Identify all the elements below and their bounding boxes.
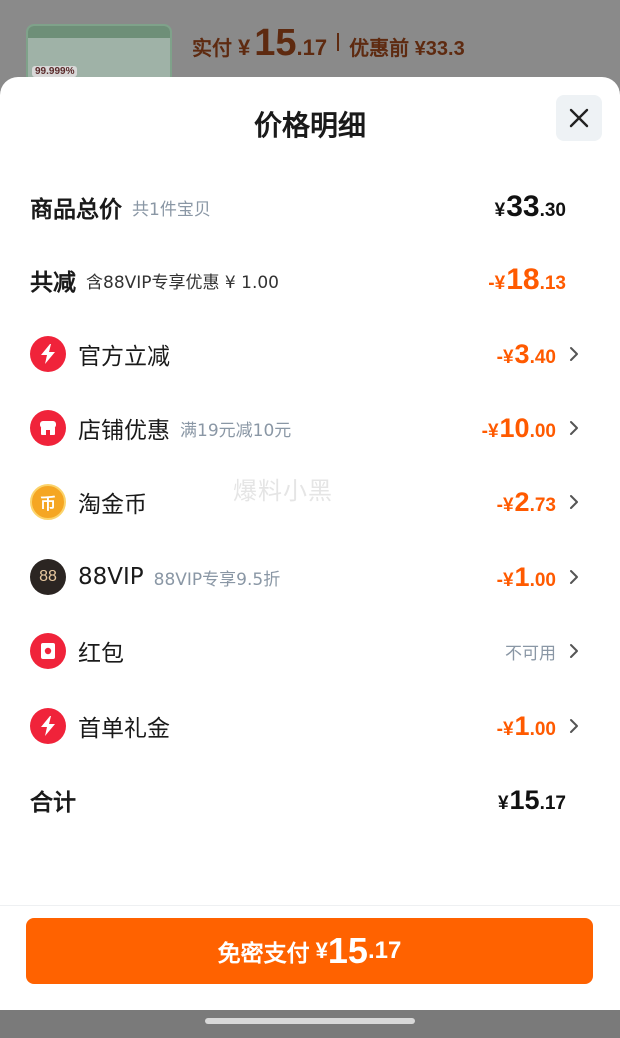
vip-icon: 88 [30,559,66,595]
lightning-icon [30,336,66,372]
paid-currency: ¥ [238,35,251,60]
official-discount-label: 官方立减 [78,344,170,370]
vip-discount-int: 1 [514,561,530,592]
total-price-currency: ¥ [494,200,506,221]
chevron-right-icon [564,567,584,587]
coin-icon: 币 [30,484,66,520]
vip-discount-dec: .00 [529,569,556,591]
item-count: 共1件宝贝 [132,199,211,220]
pay-button-currency: ¥ [315,938,328,963]
thumbnail-banner [28,26,170,38]
pay-button-label: 免密支付 [217,941,310,967]
coin-icon-glyph: 币 [39,494,56,513]
chevron-right-icon [564,492,584,512]
price-detail-sheet: 价格明细 商品总价 共1件宝贝 ¥33.30 共减 含88VIP专享优惠 ¥ 1… [0,77,620,1010]
pay-button-dec: .17 [367,937,402,964]
total-price-amount: ¥33.30 [495,190,566,224]
taojinbi-label: 淘金币 [78,492,147,518]
red-packet-label: 红包 [78,641,124,667]
vip-label: 88VIP [78,564,144,590]
total-discount-dec: .13 [539,273,566,294]
footer-divider [0,905,620,906]
total-price-label: 商品总价 [30,197,122,223]
vip-discount-rate: 88VIP专享9.5折 [153,569,281,590]
before-discount-price: 优惠前 ¥33.3 [349,38,465,60]
first-order-gift-label: 首单礼金 [78,716,170,742]
row-store-discount[interactable]: 店铺优惠 满19元减10元 -¥ 10.00 [0,403,620,453]
row-88vip[interactable]: 88 88VIP 88VIP专享9.5折 -¥ 1.00 [0,552,620,602]
chevron-right-icon [564,716,584,736]
store-discount-label: 店铺优惠 [78,418,170,444]
store-discount-currency: -¥ [481,420,499,442]
sum-dec: .17 [539,792,566,814]
sum-amount: ¥15.17 [498,785,566,816]
sum-currency: ¥ [497,792,509,814]
taojinbi-dec: .73 [529,494,556,516]
official-discount-currency: -¥ [496,346,514,368]
total-discount-int: 18 [506,263,540,296]
vip-icon-glyph: 88 [39,568,57,585]
lightning-icon [30,708,66,744]
row-total-price: 商品总价 共1件宝贝 ¥33.30 [0,182,620,232]
background-price-summary: 实付 ¥ 15 .17 优惠前 ¥33.3 [192,22,465,64]
store-icon [30,410,66,446]
paid-amount-int: 15 [254,22,297,64]
taojinbi-int: 2 [514,486,530,517]
close-button[interactable] [556,95,602,141]
paid-label: 实付 [192,38,232,60]
total-discount-currency: -¥ [488,273,506,294]
pay-button-int: 15 [327,930,368,971]
row-total-discount: 共减 含88VIP专享优惠 ¥ 1.00 -¥ 18.13 [0,255,620,305]
paid-amount-dec: .17 [296,35,328,60]
store-discount-dec: .00 [529,420,556,442]
first-order-gift-currency: -¥ [496,718,514,740]
store-discount-condition: 满19元减10元 [180,420,292,441]
sum-label: 合计 [30,790,76,816]
red-packet-status: 不可用 [505,643,556,664]
taojinbi-currency: -¥ [496,494,514,516]
first-order-gift-dec: .00 [529,718,556,740]
first-order-gift-amount: -¥ 1.00 [497,711,556,742]
system-nav-bar [0,1010,620,1038]
chevron-right-icon [564,344,584,364]
total-price-int: 33 [506,190,540,223]
total-discount-label: 共减 [30,270,76,296]
vip-discount-currency: -¥ [496,569,514,591]
watermark: 爆料小黑 [233,477,333,505]
product-thumbnail: 99.999% [26,24,172,84]
thumbnail-badge: 99.999% [32,66,78,77]
sheet-title: 价格明细 [253,109,366,142]
chevron-right-icon [564,418,584,438]
row-red-packet[interactable]: 红包 不可用 [0,626,620,676]
chevron-right-icon [564,641,584,661]
row-sum: 合计 ¥15.17 [0,775,620,825]
first-order-gift-int: 1 [514,710,530,741]
store-discount-int: 10 [499,412,530,443]
official-discount-int: 3 [514,338,530,369]
total-price-dec: .30 [539,200,566,221]
close-icon [569,108,589,128]
row-official-discount[interactable]: 官方立减 -¥ 3.40 [0,329,620,379]
sum-int: 15 [509,784,540,815]
price-divider [337,33,340,51]
row-first-order-gift[interactable]: 首单礼金 -¥ 1.00 [0,701,620,751]
home-indicator[interactable] [205,1018,415,1024]
vip-discount-note: 含88VIP专享优惠 ¥ 1.00 [86,272,280,293]
red-packet-icon [30,633,66,669]
taojinbi-amount: -¥ 2.73 [497,487,556,518]
total-discount-amount: -¥ 18.13 [488,263,566,297]
password-free-pay-button[interactable]: 免密支付 ¥ 15 .17 [26,918,593,984]
store-discount-amount: -¥ 10.00 [482,413,556,444]
official-discount-amount: -¥ 3.40 [497,339,556,370]
official-discount-dec: .40 [529,346,556,368]
vip-discount-amount: -¥ 1.00 [497,562,556,593]
